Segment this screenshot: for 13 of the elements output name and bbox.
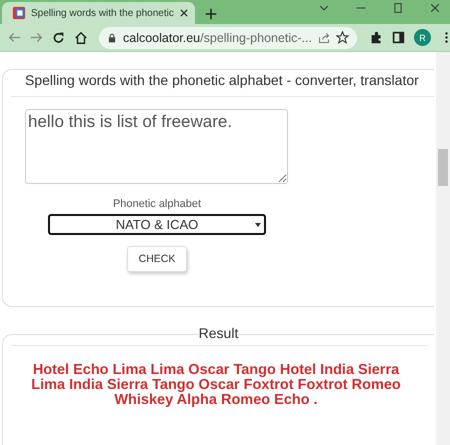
result-text: Whiskey Alpha Romeo Echo . [113, 393, 319, 408]
tab-title: Spelling words with the phonetic [31, 8, 174, 18]
card-title: Spelling words with the phonetic alphabet - converter, translator [11, 70, 434, 97]
alphabet-select[interactable]: NATO & ICAO [48, 214, 266, 235]
text-input-field[interactable]: hello this is list of freeware. [25, 109, 288, 184]
result-text: Hotel Echo Lima Lima Oscar Tango Hotel India Sierra [32, 363, 400, 378]
profile-avatar[interactable]: R [414, 29, 432, 46]
browser-tab[interactable]: Spelling words with the phonetic [2, 2, 195, 24]
select-label: Phonetic alphabet [112, 198, 202, 210]
url-text: calcoolator.eu/spelling-phonetic-... [123, 30, 312, 44]
result-text: Lima India Sierra Tango Oscar Foxtrot Foxtrot Romeo [30, 378, 402, 393]
check-button[interactable]: CHECK [127, 246, 187, 272]
address-bar[interactable]: calcoolator.eu/spelling-phonetic-... [99, 26, 358, 48]
